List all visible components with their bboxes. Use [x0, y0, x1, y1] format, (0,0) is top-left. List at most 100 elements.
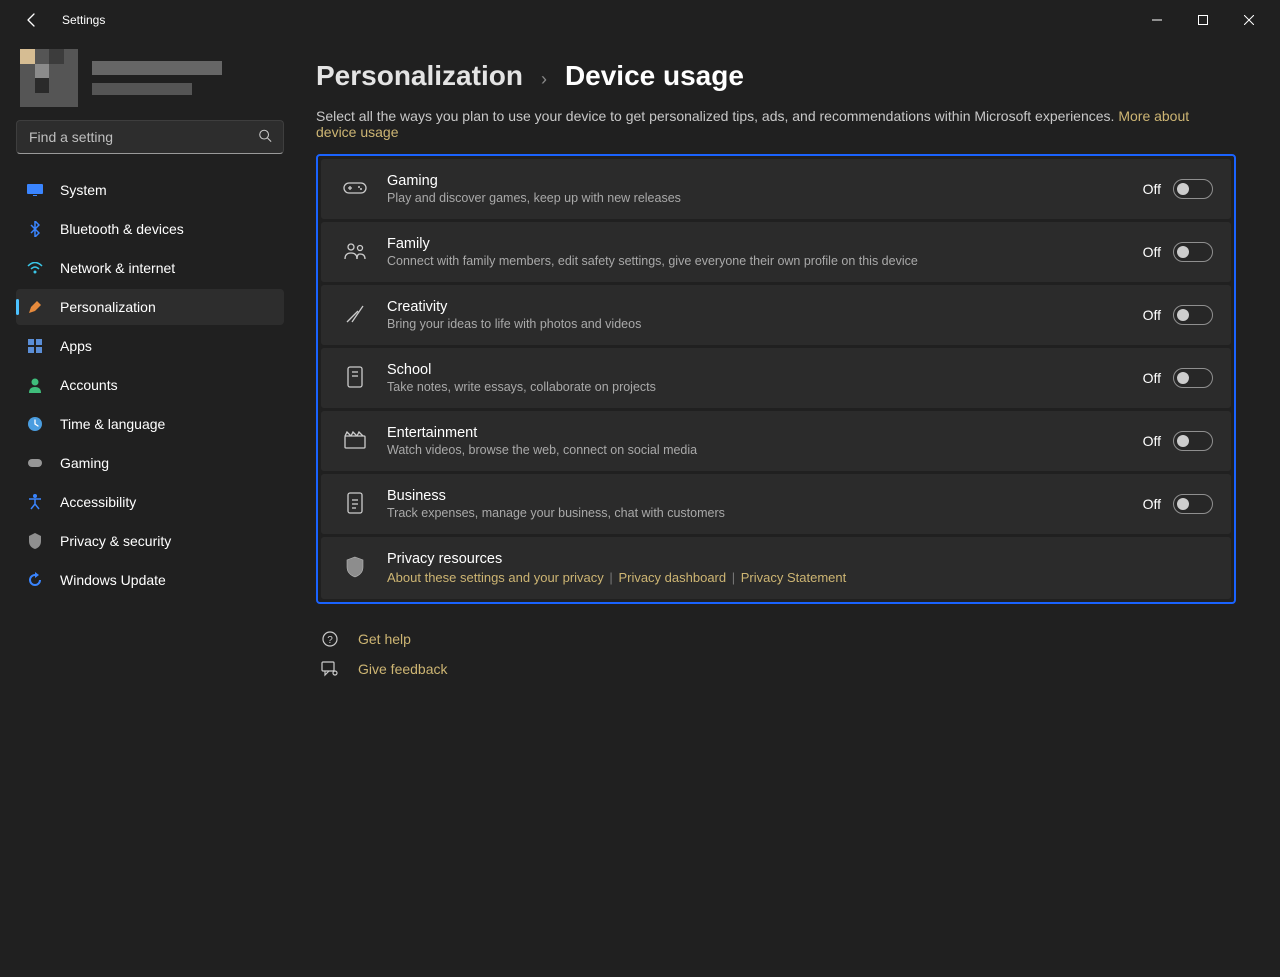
- card-title: Entertainment: [387, 425, 1143, 441]
- bluetooth-icon: [26, 220, 44, 238]
- sidebar-item-update[interactable]: Windows Update: [16, 562, 284, 598]
- toggle-creativity[interactable]: [1173, 305, 1213, 325]
- toggle-family[interactable]: [1173, 242, 1213, 262]
- sidebar-item-accounts[interactable]: Accounts: [16, 367, 284, 403]
- sidebar: System Bluetooth & devices Network & int…: [0, 40, 296, 977]
- separator: |: [732, 570, 735, 585]
- card-family: Family Connect with family members, edit…: [321, 222, 1231, 282]
- sidebar-item-accessibility[interactable]: Accessibility: [16, 484, 284, 520]
- privacy-link-about[interactable]: About these settings and your privacy: [387, 570, 604, 585]
- sidebar-item-apps[interactable]: Apps: [16, 328, 284, 364]
- accessibility-icon: [26, 493, 44, 511]
- toggle-state: Off: [1143, 181, 1161, 197]
- nav-label: Accessibility: [60, 494, 136, 510]
- give-feedback-label: Give feedback: [358, 661, 448, 677]
- user-email: [92, 83, 192, 95]
- refresh-icon: [26, 571, 44, 589]
- sidebar-item-gaming[interactable]: Gaming: [16, 445, 284, 481]
- card-subtitle: Connect with family members, edit safety…: [387, 254, 1143, 268]
- main-content: Personalization › Device usage Select al…: [296, 40, 1280, 977]
- toggle-state: Off: [1143, 496, 1161, 512]
- nav-label: Privacy & security: [60, 533, 171, 549]
- card-title: Gaming: [387, 173, 1143, 189]
- card-gaming: Gaming Play and discover games, keep up …: [321, 159, 1231, 219]
- pen-tools-icon: [344, 303, 366, 328]
- toggle-state: Off: [1143, 307, 1161, 323]
- feedback-icon: [320, 660, 340, 678]
- app-title: Settings: [62, 13, 105, 27]
- sidebar-item-system[interactable]: System: [16, 172, 284, 208]
- avatar: [20, 49, 78, 107]
- user-block[interactable]: [16, 40, 284, 120]
- card-subtitle: Watch videos, browse the web, connect on…: [387, 443, 1143, 457]
- sidebar-item-privacy[interactable]: Privacy & security: [16, 523, 284, 559]
- help-icon: ?: [320, 630, 340, 648]
- back-arrow-icon: [24, 12, 40, 28]
- gamepad-icon: [343, 180, 367, 199]
- sidebar-item-network[interactable]: Network & internet: [16, 250, 284, 286]
- nav-label: Network & internet: [60, 260, 175, 276]
- document-icon: [346, 492, 364, 517]
- maximize-button[interactable]: [1180, 4, 1226, 36]
- maximize-icon: [1198, 15, 1208, 25]
- monitor-icon: [26, 181, 44, 199]
- svg-text:?: ?: [327, 635, 333, 646]
- card-business: Business Track expenses, manage your bus…: [321, 474, 1231, 534]
- gaming-icon: [26, 454, 44, 472]
- toggle-school[interactable]: [1173, 368, 1213, 388]
- nav-label: Personalization: [60, 299, 156, 315]
- breadcrumb-parent[interactable]: Personalization: [316, 60, 523, 92]
- toggle-entertainment[interactable]: [1173, 431, 1213, 451]
- person-icon: [26, 376, 44, 394]
- apps-icon: [26, 337, 44, 355]
- card-school: School Take notes, write essays, collabo…: [321, 348, 1231, 408]
- nav-label: Bluetooth & devices: [60, 221, 184, 237]
- card-subtitle: Track expenses, manage your business, ch…: [387, 506, 1143, 520]
- separator: |: [609, 570, 612, 585]
- give-feedback-link[interactable]: Give feedback: [316, 660, 1236, 678]
- people-icon: [343, 242, 367, 263]
- toggle-state: Off: [1143, 370, 1161, 386]
- notebook-icon: [346, 366, 364, 391]
- breadcrumb: Personalization › Device usage: [316, 60, 1236, 92]
- shield-icon: [26, 532, 44, 550]
- sidebar-item-bluetooth[interactable]: Bluetooth & devices: [16, 211, 284, 247]
- chevron-right-icon: ›: [541, 69, 547, 90]
- search-icon: [258, 129, 272, 146]
- toggle-gaming[interactable]: [1173, 179, 1213, 199]
- search-input[interactable]: [16, 120, 284, 154]
- card-subtitle: Bring your ideas to life with photos and…: [387, 317, 1143, 331]
- nav-label: Windows Update: [60, 572, 166, 588]
- card-subtitle: Take notes, write essays, collaborate on…: [387, 380, 1143, 394]
- get-help-label: Get help: [358, 631, 411, 647]
- nav-label: Gaming: [60, 455, 109, 471]
- clock-icon: [26, 415, 44, 433]
- card-entertainment: Entertainment Watch videos, browse the w…: [321, 411, 1231, 471]
- user-name: [92, 61, 222, 75]
- card-creativity: Creativity Bring your ideas to life with…: [321, 285, 1231, 345]
- paintbrush-icon: [26, 298, 44, 316]
- toggle-business[interactable]: [1173, 494, 1213, 514]
- get-help-link[interactable]: ? Get help: [316, 630, 1236, 648]
- nav-label: Time & language: [60, 416, 165, 432]
- card-title: Business: [387, 488, 1143, 504]
- minimize-button[interactable]: [1134, 4, 1180, 36]
- settings-group: Gaming Play and discover games, keep up …: [316, 154, 1236, 604]
- privacy-link-dashboard[interactable]: Privacy dashboard: [618, 570, 726, 585]
- close-button[interactable]: [1226, 4, 1272, 36]
- back-button[interactable]: [18, 6, 46, 34]
- nav-label: System: [60, 182, 107, 198]
- page-description: Select all the ways you plan to use your…: [316, 108, 1216, 140]
- shield-icon: [345, 556, 365, 581]
- card-privacy-resources: Privacy resources About these settings a…: [321, 537, 1231, 599]
- nav-label: Accounts: [60, 377, 118, 393]
- toggle-state: Off: [1143, 433, 1161, 449]
- privacy-link-statement[interactable]: Privacy Statement: [741, 570, 847, 585]
- card-title: Family: [387, 236, 1143, 252]
- card-subtitle: Play and discover games, keep up with ne…: [387, 191, 1143, 205]
- clapperboard-icon: [344, 431, 366, 452]
- close-icon: [1244, 15, 1254, 25]
- toggle-state: Off: [1143, 244, 1161, 260]
- sidebar-item-personalization[interactable]: Personalization: [16, 289, 284, 325]
- sidebar-item-time[interactable]: Time & language: [16, 406, 284, 442]
